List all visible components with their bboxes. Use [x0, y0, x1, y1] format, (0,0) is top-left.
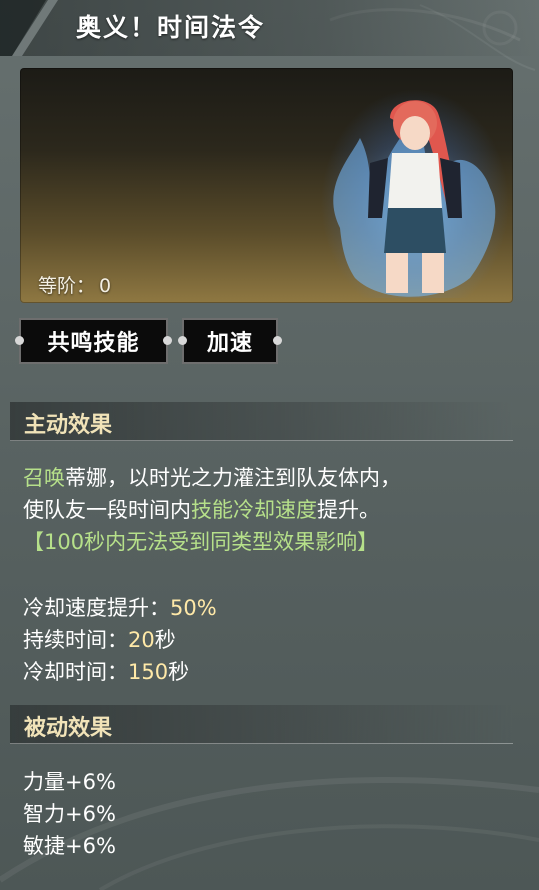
stat-cooldown: 冷却时间：150秒 — [23, 656, 189, 686]
active-desc-note: 【100秒内无法受到同类型效果影响】 — [23, 530, 379, 554]
cooldown-speed-keyword: 技能冷却速度 — [191, 498, 317, 522]
level-value: 0 — [99, 275, 112, 297]
stat-label: 冷却速度提升： — [23, 596, 170, 620]
stat-label: 冷却时间： — [23, 660, 128, 684]
active-effect-title: 主动效果 — [24, 413, 113, 438]
active-desc-line-1: 召唤蒂娜，以时光之力灌注到队友体内， — [23, 462, 401, 494]
corner-accent-icon — [0, 0, 58, 56]
passive-item-strength: 力量+6% — [23, 770, 116, 794]
level-indicator: 等阶： 0 — [38, 271, 111, 298]
skill-title: 奥义！时间法令 — [76, 13, 266, 42]
desc-text: 蒂娜，以时光之力灌注到队友体内， — [65, 466, 401, 490]
desc-text: 使队友一段时间内 — [23, 498, 191, 522]
stat-label: 持续时间： — [23, 628, 128, 652]
stat-value: 20 — [128, 628, 155, 652]
active-desc-line-2: 使队友一段时间内技能冷却速度提升。 — [23, 494, 380, 526]
stat-duration: 持续时间：20秒 — [23, 624, 176, 654]
passive-item-intelligence: 智力+6% — [23, 802, 116, 826]
passive-item-agility: 敏捷+6% — [23, 834, 116, 858]
summon-keyword: 召唤 — [23, 466, 65, 490]
stat-value: 50% — [170, 596, 217, 620]
stat-cooldown-speed: 冷却速度提升：50% — [23, 592, 217, 622]
desc-text: 提升。 — [317, 498, 380, 522]
stat-unit: 秒 — [154, 628, 176, 652]
title-bar: 奥义！时间法令 — [0, 0, 539, 56]
active-effect-header: 主动效果 — [10, 402, 513, 441]
skill-banner: 等阶： 0 — [20, 68, 513, 303]
stat-unit: 秒 — [168, 660, 190, 684]
passive-effect-title: 被动效果 — [24, 716, 113, 741]
level-label: 等阶： — [38, 275, 96, 297]
passive-effect-header: 被动效果 — [10, 705, 513, 744]
tag-haste: 加速 — [178, 318, 282, 364]
character-portrait-icon — [333, 100, 496, 297]
tag-resonance-skill: 共鸣技能 — [15, 318, 172, 364]
stat-value: 150 — [128, 660, 169, 684]
